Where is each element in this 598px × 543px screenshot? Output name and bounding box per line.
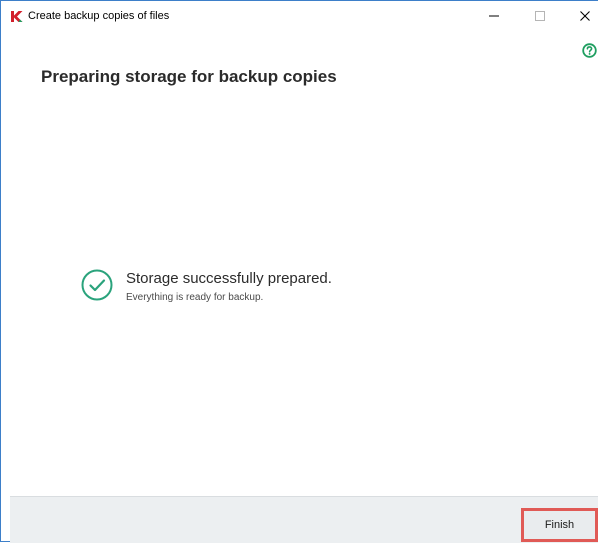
kaspersky-logo-icon [11,11,23,22]
status-title: Storage successfully prepared. [126,270,332,287]
maximize-icon [535,11,545,21]
wizard-window: Create backup copies of files Preparing … [0,0,598,543]
maximize-button[interactable] [527,5,553,27]
status-subtitle: Everything is ready for backup. [126,292,264,303]
finish-button[interactable]: Finish [521,508,598,542]
status-message: Storage successfully prepared. Everythin… [81,269,481,309]
minimize-icon [489,15,499,17]
minimize-button[interactable] [481,5,507,27]
help-circle-icon[interactable] [582,43,597,58]
close-button[interactable] [572,5,598,27]
finish-button-label: Finish [544,519,575,531]
page-title: Preparing storage for backup copies [41,67,337,86]
footer-bar [10,496,598,543]
title-bar[interactable]: Create backup copies of files [1,1,598,31]
window-title: Create backup copies of files [28,10,170,22]
close-icon [580,11,590,21]
check-circle-icon [81,269,113,301]
